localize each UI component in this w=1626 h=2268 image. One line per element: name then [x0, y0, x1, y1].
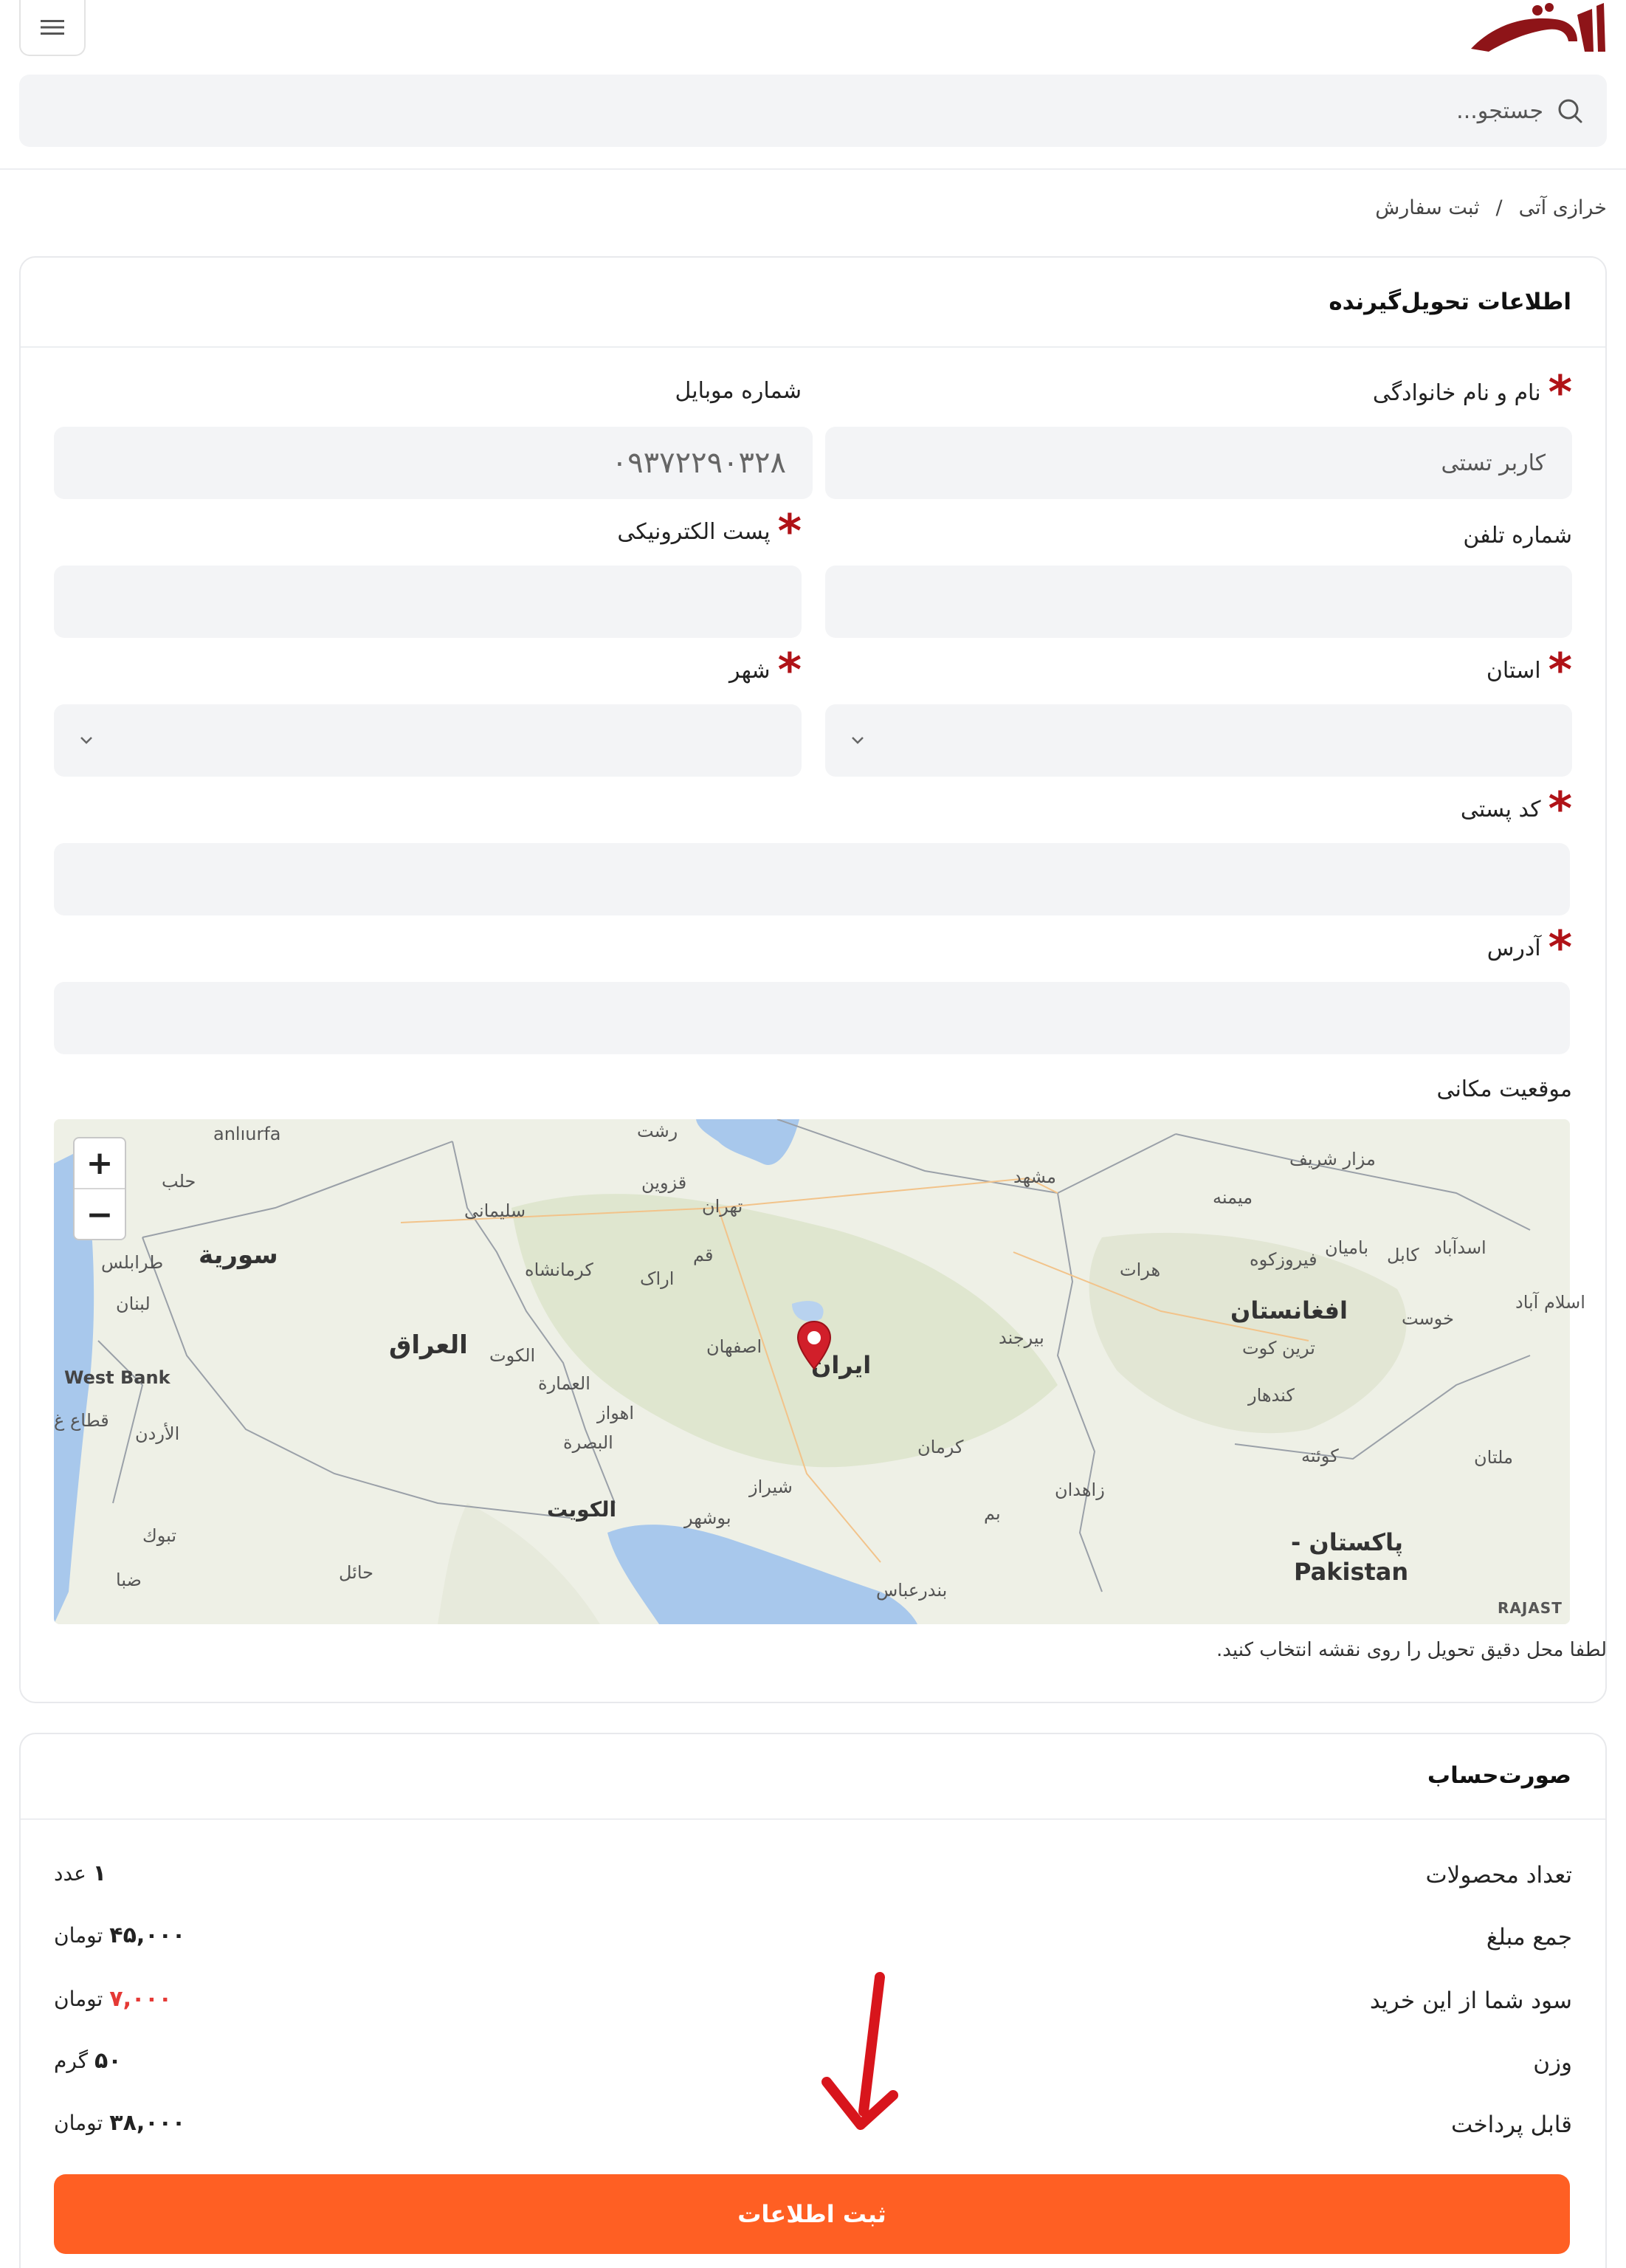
invoice-row-value: ۵۰ گرم — [54, 2048, 122, 2074]
breadcrumb-home[interactable]: خرازی آتی — [1519, 196, 1607, 219]
submit-button[interactable]: ثبت اطلاعات — [54, 2174, 1570, 2254]
chevron-down-icon — [80, 737, 92, 744]
required-star-icon: * — [1548, 365, 1572, 419]
phone-field[interactable] — [825, 566, 1572, 638]
invoice-row-label: جمع مبلغ — [1486, 1924, 1572, 1951]
full-name-field[interactable]: کاربر تستی — [825, 427, 1572, 499]
required-star-icon: * — [777, 643, 802, 697]
header-divider — [0, 168, 1626, 170]
phone-label: شماره تلفن — [1463, 523, 1572, 549]
location-label: موقعیت مکانی — [1436, 1076, 1572, 1102]
postal-code-field[interactable] — [54, 843, 1570, 915]
required-star-icon: * — [1548, 782, 1572, 836]
invoice-row-value: ۱ عدد — [54, 1860, 107, 1886]
zoom-out-button[interactable]: − — [75, 1189, 125, 1240]
invoice-row-value: ۴۵,۰۰۰ تومان — [54, 1922, 186, 1948]
email-label: * پست الکترونیکی — [617, 504, 802, 558]
postal-code-label: * کد پستی — [1460, 782, 1572, 836]
mobile-value[interactable]: ۰۹۳۷۲۲۹۰۳۲۸ — [54, 427, 813, 499]
province-label: * استان — [1486, 643, 1572, 697]
search-bar[interactable]: جستجو... — [19, 75, 1607, 147]
invoice-row-label: قابل پرداخت — [1451, 2111, 1572, 2138]
invoice-row-value: ۷,۰۰۰ تومان — [54, 1986, 172, 2012]
card-divider — [21, 1818, 1605, 1820]
required-star-icon: * — [777, 504, 802, 558]
required-star-icon: * — [1548, 643, 1572, 697]
city-label: * شهر — [729, 643, 802, 697]
invoice-row-value: ۳۸,۰۰۰ تومان — [54, 2110, 186, 2136]
email-field[interactable] — [54, 566, 802, 638]
brand-logo[interactable] — [1467, 0, 1607, 59]
zoom-in-button[interactable]: + — [75, 1138, 125, 1189]
card-divider — [21, 346, 1605, 348]
city-select[interactable] — [54, 704, 802, 777]
logo-icon — [1471, 3, 1605, 52]
breadcrumb-separator: / — [1495, 196, 1503, 219]
address-label: * آدرس — [1487, 921, 1572, 975]
mobile-field[interactable]: ۰۹۳۷۲۲۹۰۳۲۸ — [54, 427, 813, 499]
full-name-label: * نام و نام خانوادگی — [1372, 365, 1572, 419]
address-field[interactable] — [54, 982, 1570, 1054]
map-hint: لطفا محل دقیق تحویل را روی نقشه انتخاب ک… — [1216, 1639, 1607, 1661]
province-select[interactable] — [825, 704, 1572, 777]
map-zoom-control: + − — [73, 1137, 126, 1240]
search-input[interactable]: جستجو... — [1456, 98, 1543, 124]
mobile-label: شماره موبایل — [675, 378, 802, 404]
invoice-row-label: سود شما از این خرید — [1369, 1987, 1572, 2014]
required-star-icon: * — [1548, 921, 1572, 975]
location-pin-icon[interactable] — [796, 1320, 833, 1372]
menu-button[interactable] — [19, 0, 86, 56]
hamburger-icon — [41, 20, 64, 35]
annotation-arrow-icon — [812, 1971, 908, 2141]
recipient-title: اطلاعات تحویل‌گیرنده — [1329, 289, 1571, 315]
breadcrumb-current: ثبت سفارش — [1375, 196, 1480, 219]
invoice-row-label: تعداد محصولات — [1425, 1862, 1572, 1889]
breadcrumb: خرازی آتی / ثبت سفارش — [1375, 196, 1607, 219]
full-name-value[interactable]: کاربر تستی — [825, 427, 1572, 499]
invoice-title: صورت‌حساب — [1427, 1762, 1571, 1789]
invoice-row-label: وزن — [1533, 2049, 1572, 2076]
search-icon — [1558, 99, 1582, 123]
chevron-down-icon — [852, 737, 864, 744]
